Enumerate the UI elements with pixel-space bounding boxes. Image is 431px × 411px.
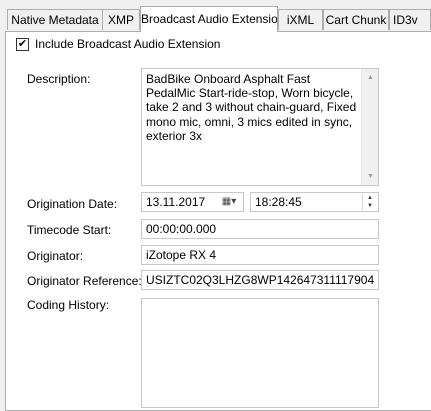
spin-down-icon[interactable]: ▼ <box>363 202 377 210</box>
tab-strip: Native Metadata XMP Broadcast Audio Exte… <box>0 0 431 32</box>
scroll-down-icon[interactable]: ▼ <box>362 168 379 185</box>
include-bext-checkbox[interactable]: ✔ <box>16 38 29 51</box>
timecode-start-label: Timecode Start: <box>27 223 112 237</box>
scroll-up-icon[interactable]: ▲ <box>362 69 379 86</box>
originator-reference-label: Originator Reference: <box>27 274 142 288</box>
tab-xmp[interactable]: XMP <box>102 9 140 30</box>
include-bext-label[interactable]: Include Broadcast Audio Extension <box>35 37 220 51</box>
check-icon: ✔ <box>17 38 28 50</box>
description-textarea[interactable]: BadBike Onboard Asphalt Fast PedalMic St… <box>141 68 379 186</box>
origination-date-picker[interactable]: 13.11.2017 ▦▾ <box>141 192 244 212</box>
tab-broadcast-audio-extension[interactable]: Broadcast Audio Extension <box>140 6 278 32</box>
description-scrollbar[interactable]: ▲ ▼ <box>361 69 378 185</box>
tab-cart-chunk[interactable]: Cart Chunk <box>323 9 389 30</box>
origination-time-field[interactable]: 18:28:45 ▲ ▼ <box>250 192 379 212</box>
origination-date-label: Origination Date: <box>27 197 118 211</box>
originator-reference-input[interactable]: USIZTC02Q3LHZG8WP142647311117904 <box>141 270 379 290</box>
originator-input[interactable]: iZotope RX 4 <box>141 245 379 265</box>
coding-history-textarea[interactable] <box>141 298 379 408</box>
spin-up-icon[interactable]: ▲ <box>363 194 377 202</box>
origination-date-value: 13.11.2017 <box>146 195 206 209</box>
originator-label: Originator: <box>27 249 84 263</box>
tab-ixml[interactable]: iXML <box>278 9 323 30</box>
tab-id3[interactable]: ID3v <box>389 9 431 30</box>
description-text: BadBike Onboard Asphalt Fast PedalMic St… <box>146 72 357 143</box>
timecode-start-input[interactable]: 00:00:00.000 <box>141 219 379 239</box>
calendar-dropdown-icon[interactable]: ▦▾ <box>217 194 241 210</box>
coding-history-label: Coding History: <box>27 298 110 312</box>
origination-time-value: 18:28:45 <box>255 195 302 209</box>
tab-native-metadata[interactable]: Native Metadata <box>7 9 103 30</box>
description-label: Description: <box>27 72 91 86</box>
time-spinner[interactable]: ▲ ▼ <box>362 194 377 210</box>
